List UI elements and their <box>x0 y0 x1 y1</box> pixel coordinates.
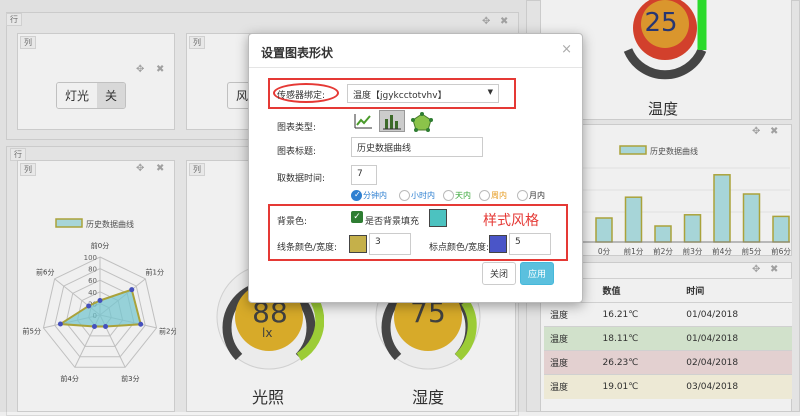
chevron-down-icon: ▼ <box>487 88 493 96</box>
time-unit-radio[interactable]: 天内 <box>443 190 471 201</box>
background-color-swatch[interactable] <box>429 209 447 227</box>
bar-chart-type-icon[interactable] <box>379 110 405 132</box>
chart-type-label: 图表类型: <box>277 123 317 133</box>
style-note: 样式风格 <box>483 213 539 229</box>
time-unit-radio[interactable]: 分钟内 <box>351 190 387 201</box>
radio-dot <box>479 190 490 201</box>
dialog-title: 设置图表形状 <box>261 46 334 60</box>
time-input[interactable]: 7 <box>351 165 377 185</box>
close-button[interactable]: 关闭 <box>482 262 517 285</box>
divider <box>249 67 582 68</box>
apply-button[interactable]: 应用 <box>520 262 555 285</box>
line-style-label: 线条颜色/宽度: <box>277 243 338 253</box>
radio-dot <box>517 190 528 201</box>
sensor-label: 传感器绑定: <box>277 91 326 101</box>
time-unit-radio[interactable]: 小时内 <box>399 190 435 201</box>
close-icon[interactable]: × <box>561 42 572 57</box>
chart-title-input[interactable]: 历史数据曲线 <box>351 137 483 157</box>
fill-checkbox-label: 是否背景填充 <box>365 217 420 227</box>
time-unit-radio[interactable]: 月内 <box>517 190 545 201</box>
time-label: 取数据时间: <box>277 174 326 184</box>
time-unit-label: 小时内 <box>411 191 435 200</box>
background-color-label: 背景色: <box>277 217 308 227</box>
fill-checkbox[interactable]: ✓ <box>351 211 363 223</box>
time-unit-label: 天内 <box>455 191 471 200</box>
time-unit-radio[interactable]: 周内 <box>479 190 507 201</box>
sensor-select-value: 温度【jgykcctotvhv】 <box>353 91 447 101</box>
line-width-input[interactable]: 3 <box>369 233 411 255</box>
line-color-swatch[interactable] <box>349 235 367 253</box>
time-unit-label: 分钟内 <box>363 191 387 200</box>
point-color-swatch[interactable] <box>489 235 507 253</box>
radio-dot <box>443 190 454 201</box>
chart-title-label: 图表标题: <box>277 147 317 157</box>
radio-dot <box>399 190 410 201</box>
point-width-input[interactable]: 5 <box>509 233 551 255</box>
radio-dot <box>351 190 362 201</box>
radar-chart-type-icon[interactable] <box>411 112 433 132</box>
chart-settings-dialog: 设置图表形状 × 传感器绑定: 温度【jgykcctotvhv】 ▼ 图表类型:… <box>248 33 583 303</box>
sensor-select[interactable]: 温度【jgykcctotvhv】 ▼ <box>347 84 499 103</box>
time-unit-label: 月内 <box>529 191 545 200</box>
line-chart-type-icon[interactable] <box>353 112 373 130</box>
point-style-label: 标点颜色/宽度: <box>429 243 490 253</box>
time-unit-label: 周内 <box>491 191 507 200</box>
